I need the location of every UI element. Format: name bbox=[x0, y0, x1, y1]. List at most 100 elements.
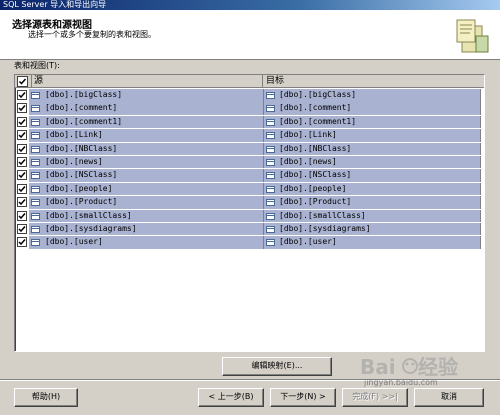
table-row[interactable]: [dbo].[comment1] [dbo].[comment1] bbox=[15, 115, 484, 129]
source-table-name: [dbo].[NBClass] bbox=[45, 143, 118, 153]
destination-table-name[interactable]: [dbo].[news] bbox=[279, 156, 337, 169]
wizard-graphic-icon bbox=[456, 19, 489, 53]
svg-text:经验: 经验 bbox=[418, 355, 458, 379]
column-header-source[interactable]: 源 bbox=[31, 75, 263, 87]
table-row[interactable]: [dbo].[bigClass] [dbo].[bigClass] bbox=[15, 89, 484, 102]
table-row[interactable]: [dbo].[smallClass] [dbo].[smallClass] bbox=[15, 209, 484, 223]
source-table-name: [dbo].[user] bbox=[45, 237, 103, 247]
row-checkbox[interactable] bbox=[17, 116, 27, 127]
column-divider bbox=[263, 89, 264, 102]
watermark-url: jingyan.baidu.com bbox=[364, 378, 438, 387]
row-end-line bbox=[480, 129, 481, 142]
grid-header: 源 目标 bbox=[15, 75, 484, 88]
destination-table-name[interactable]: [dbo].[Link] bbox=[279, 129, 337, 142]
row-checkbox[interactable] bbox=[17, 90, 27, 100]
destination-table-icon bbox=[266, 92, 275, 99]
row-checkbox[interactable] bbox=[17, 223, 27, 234]
source-table-icon bbox=[31, 92, 40, 99]
table-row[interactable]: [dbo].[sysdiagrams] [dbo].[sysdiagrams] bbox=[15, 222, 484, 236]
row-checkbox[interactable] bbox=[17, 143, 27, 154]
source-table-icon bbox=[31, 212, 40, 220]
column-divider bbox=[263, 236, 264, 249]
column-divider bbox=[263, 182, 264, 196]
table-row[interactable]: [dbo].[news] [dbo].[news] bbox=[15, 155, 484, 169]
source-table-icon bbox=[31, 172, 40, 180]
row-checkbox[interactable] bbox=[17, 170, 27, 181]
help-button[interactable]: 帮助(H) bbox=[14, 388, 78, 407]
destination-table-name[interactable]: [dbo].[comment1] bbox=[279, 116, 356, 129]
column-header-destination[interactable]: 目标 bbox=[264, 75, 484, 87]
cancel-button[interactable]: 取消 bbox=[414, 388, 484, 407]
source-table-name: [dbo].[comment1] bbox=[45, 116, 123, 126]
source-table-icon bbox=[31, 239, 40, 247]
destination-table-name[interactable]: [dbo].[bigClass] bbox=[279, 89, 356, 102]
row-end-line bbox=[480, 142, 481, 156]
column-divider bbox=[263, 155, 264, 169]
source-table-icon bbox=[31, 105, 40, 113]
back-button[interactable]: < 上一步(B) bbox=[198, 388, 264, 407]
table-row[interactable]: [dbo].[Product] [dbo].[Product] bbox=[15, 196, 484, 209]
column-divider bbox=[263, 115, 264, 129]
source-table-icon bbox=[31, 118, 40, 126]
destination-table-icon bbox=[266, 118, 275, 126]
destination-table-icon bbox=[266, 212, 275, 220]
destination-table-name[interactable]: [dbo].[user] bbox=[279, 236, 337, 249]
tables-and-views-label: 表和视图(T): bbox=[14, 61, 60, 70]
row-checkbox[interactable] bbox=[17, 183, 27, 194]
destination-table-icon bbox=[266, 105, 275, 113]
column-divider bbox=[263, 196, 264, 209]
destination-table-icon bbox=[266, 185, 275, 193]
source-table-icon bbox=[31, 145, 40, 153]
row-end-line bbox=[480, 222, 481, 236]
table-row[interactable]: [dbo].[Link] [dbo].[Link] bbox=[15, 129, 484, 142]
destination-table-name[interactable]: [dbo].[people] bbox=[279, 183, 346, 196]
destination-table-name[interactable]: [dbo].[comment] bbox=[279, 102, 351, 115]
destination-table-icon bbox=[266, 132, 275, 140]
row-end-line bbox=[480, 196, 481, 209]
source-table-name: [dbo].[Link] bbox=[45, 130, 103, 140]
table-row[interactable]: [dbo].[people] [dbo].[people] bbox=[15, 182, 484, 196]
finish-button[interactable]: 完成(F) >>| bbox=[342, 388, 408, 407]
svg-text:Bai: Bai bbox=[360, 355, 396, 379]
row-checkbox[interactable] bbox=[17, 210, 27, 221]
row-checkbox[interactable] bbox=[17, 197, 27, 208]
destination-table-name[interactable]: [dbo].[NBClass] bbox=[279, 143, 351, 156]
row-end-line bbox=[480, 115, 481, 129]
row-end-line bbox=[480, 169, 481, 182]
row-checkbox[interactable] bbox=[17, 103, 27, 114]
source-table-name: [dbo].[bigClass] bbox=[45, 90, 123, 99]
table-row[interactable]: [dbo].[NSClass] [dbo].[NSClass] bbox=[15, 169, 484, 182]
row-checkbox[interactable] bbox=[17, 237, 27, 248]
source-table-name: [dbo].[smallClass] bbox=[45, 210, 132, 220]
destination-table-name[interactable]: [dbo].[Product] bbox=[279, 196, 351, 209]
row-end-line bbox=[480, 236, 481, 249]
page-subtitle: 选择一个或多个要复制的表和视图。 bbox=[28, 30, 156, 39]
row-checkbox[interactable] bbox=[17, 156, 27, 167]
column-divider bbox=[263, 129, 264, 142]
destination-table-icon bbox=[266, 145, 275, 153]
destination-table-icon bbox=[266, 158, 275, 166]
next-button[interactable]: 下一步(N) > bbox=[270, 388, 336, 407]
destination-table-name[interactable]: [dbo].[smallClass] bbox=[279, 210, 366, 223]
destination-table-icon bbox=[266, 239, 275, 247]
source-table-name: [dbo].[news] bbox=[45, 156, 103, 166]
row-end-line bbox=[480, 102, 481, 115]
destination-table-icon bbox=[266, 225, 275, 233]
table-row[interactable]: [dbo].[comment] [dbo].[comment] bbox=[15, 102, 484, 115]
row-end-line bbox=[480, 209, 481, 223]
table-row[interactable]: [dbo].[user] [dbo].[user] bbox=[15, 236, 484, 249]
source-table-icon bbox=[31, 185, 40, 193]
source-table-name: [dbo].[sysdiagrams] bbox=[45, 223, 137, 233]
tables-grid[interactable]: 源 目标 [dbo].[bigClass] [dbo].[bigClass] [… bbox=[14, 74, 485, 352]
column-divider bbox=[263, 222, 264, 236]
source-table-name: [dbo].[NSClass] bbox=[45, 170, 118, 180]
destination-table-name[interactable]: [dbo].[NSClass] bbox=[279, 169, 351, 182]
destination-table-name[interactable]: [dbo].[sysdiagrams] bbox=[279, 223, 371, 236]
edit-mappings-button[interactable]: 编辑映射(E)... bbox=[222, 357, 332, 376]
select-all-checkbox[interactable] bbox=[17, 76, 28, 87]
row-end-line bbox=[480, 155, 481, 169]
table-row[interactable]: [dbo].[NBClass] [dbo].[NBClass] bbox=[15, 142, 484, 156]
window-title: SQL Server 导入和导出向导 bbox=[0, 0, 500, 10]
column-divider bbox=[263, 142, 264, 156]
row-checkbox[interactable] bbox=[17, 130, 27, 141]
